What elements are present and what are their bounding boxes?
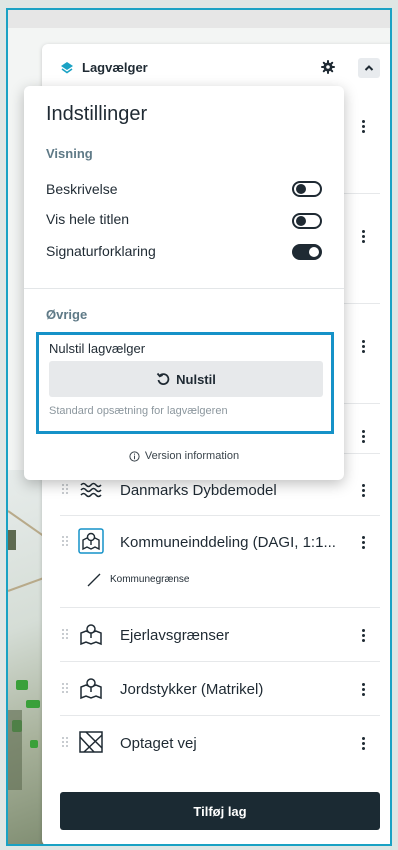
reset-button-label: Nulstil (176, 371, 216, 387)
add-layer-button[interactable]: Tilføj lag (60, 792, 380, 830)
layer-row[interactable]: Ejerlavsgrænser (60, 608, 380, 662)
reset-label: Nulstil lagvælger (49, 341, 146, 356)
description-toggle[interactable] (292, 181, 322, 197)
more-icon[interactable] (362, 230, 366, 245)
gear-icon[interactable] (320, 59, 336, 75)
reset-help-text: Standard opsætning for lagvælgeren (49, 405, 228, 417)
settings-title: Indstillinger (46, 103, 148, 125)
drag-handle-icon[interactable] (62, 683, 70, 695)
drag-handle-icon[interactable] (62, 536, 70, 548)
top-band (8, 10, 390, 28)
option-description-label: Beskrivelse (46, 181, 118, 197)
layer-name: Ejerlavsgrænser (120, 627, 230, 644)
more-icon[interactable] (362, 340, 366, 355)
option-full-title-label: Vis hele titlen (46, 211, 130, 227)
more-icon[interactable] (362, 629, 366, 644)
panel-title-group: Lagvælger (60, 60, 148, 75)
layer-name: Optaget vej (120, 735, 197, 752)
settings-popup: Indstillinger Visning Beskrivelse Vis he… (24, 86, 344, 480)
layer-row[interactable]: Optaget vej (60, 716, 380, 770)
display-section-label: Visning (46, 146, 93, 161)
layer-row[interactable]: Kommuneinddeling (DAGI, 1:1... Kommunegr… (60, 516, 380, 608)
reset-section: Nulstil lagvælger Nulstil Standard opsæt… (36, 332, 334, 434)
more-icon[interactable] (362, 484, 366, 499)
legend-line-icon (87, 573, 101, 587)
app-frame: Lagvælger Danmarks Dybdemodel Kommuneind… (6, 8, 392, 846)
divider (24, 288, 344, 289)
reset-button[interactable]: Nulstil (49, 361, 323, 397)
layer-name: Jordstykker (Matrikel) (120, 681, 264, 698)
collapse-button[interactable] (358, 58, 380, 78)
panel-title: Lagvælger (82, 60, 148, 75)
legend-label: Kommunegrænse (110, 574, 190, 585)
more-icon[interactable] (362, 737, 366, 752)
map-pin-icon (80, 678, 102, 700)
chevron-up-icon (364, 65, 374, 71)
version-info[interactable]: Version information (24, 450, 344, 462)
layer-row[interactable]: Jordstykker (Matrikel) (60, 662, 380, 716)
more-icon[interactable] (362, 120, 366, 135)
layers-icon (61, 61, 73, 73)
drag-handle-icon[interactable] (62, 484, 70, 496)
other-section-label: Øvrige (46, 307, 88, 322)
legend-toggle[interactable] (292, 244, 322, 260)
more-icon[interactable] (362, 430, 366, 445)
drag-handle-icon[interactable] (62, 737, 70, 749)
more-icon[interactable] (362, 536, 366, 551)
drag-handle-icon[interactable] (62, 629, 70, 641)
map-road-icon (79, 731, 103, 753)
reset-icon (156, 372, 170, 385)
map-pin-icon (80, 624, 102, 646)
more-icon[interactable] (362, 683, 366, 698)
info-icon (129, 450, 140, 462)
layer-name: Kommuneinddeling (DAGI, 1:1... (120, 534, 336, 551)
map-pin-icon (78, 528, 104, 554)
layer-name: Danmarks Dybdemodel (120, 482, 277, 499)
version-label: Version information (144, 450, 240, 462)
full-title-toggle[interactable] (292, 213, 322, 229)
waves-icon (80, 482, 102, 498)
option-legend-label: Signaturforklaring (46, 243, 156, 259)
